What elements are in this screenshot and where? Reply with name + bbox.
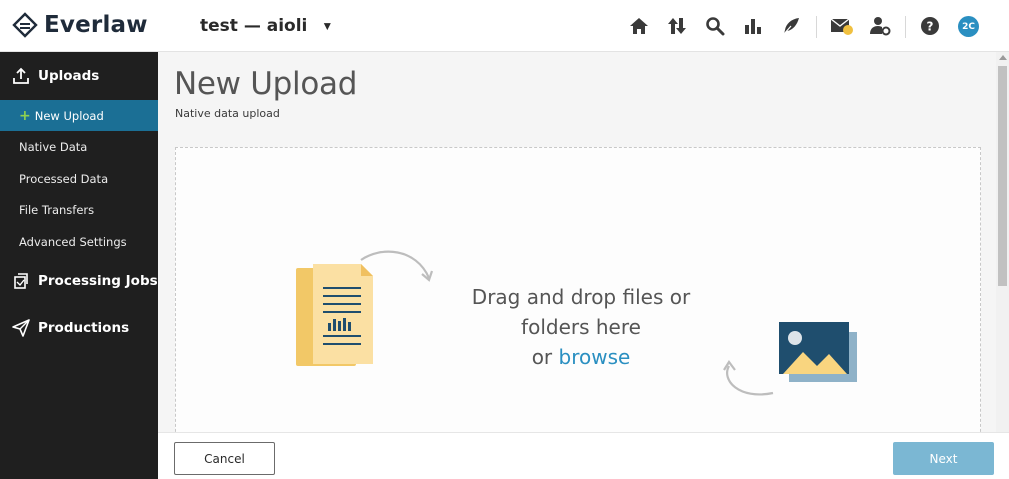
scroll-up-icon[interactable]	[999, 55, 1007, 60]
image-illustration	[723, 322, 857, 396]
sidebar-item-label: File Transfers	[19, 202, 95, 217]
sidebar-item-native-data[interactable]: Native Data	[0, 131, 158, 162]
sidebar-section-label: Processing Jobs	[38, 273, 158, 289]
dropzone-instructions: Drag and drop files or folders here or b…	[446, 282, 716, 372]
messages-icon[interactable]	[829, 13, 855, 39]
sidebar-section-productions[interactable]: Productions	[0, 313, 158, 343]
sidebar-item-label: Advanced Settings	[19, 234, 127, 249]
document-illustration	[296, 250, 434, 366]
next-button[interactable]: Next	[893, 442, 994, 475]
main-scrollbar[interactable]	[996, 52, 1009, 432]
plus-icon: +	[19, 107, 31, 124]
sidebar-section-uploads[interactable]: Uploads	[0, 61, 158, 91]
footer-bar: Cancel Next	[158, 432, 1009, 479]
main-content: New Upload Native data upload Drag and d…	[158, 52, 996, 447]
sidebar-item-label: Native Data	[19, 139, 88, 154]
header-divider	[905, 16, 906, 38]
page-subtitle: Native data upload	[175, 107, 280, 120]
help-icon[interactable]: ?	[917, 13, 943, 39]
search-icon[interactable]	[702, 13, 728, 39]
home-icon[interactable]	[626, 13, 652, 39]
sidebar-section-processing-jobs[interactable]: Processing Jobs	[0, 266, 158, 296]
send-icon	[12, 319, 30, 337]
top-bar: Everlaw test — aioli ▼ ? 2C	[0, 0, 1009, 52]
dropzone-text-line: folders here	[521, 315, 641, 339]
sidebar-item-label: New Upload	[34, 108, 104, 123]
bar-chart-icon[interactable]	[740, 13, 766, 39]
dropzone-text-line: or browse	[446, 342, 716, 372]
sidebar-item-file-transfers[interactable]: File Transfers	[0, 194, 158, 225]
sidebar-item-label: Processed Data	[19, 171, 109, 186]
page-title: New Upload	[174, 66, 358, 102]
sidebar-item-advanced-settings[interactable]: Advanced Settings	[0, 226, 158, 257]
header-divider	[816, 16, 817, 38]
sidebar-section-label: Uploads	[38, 68, 100, 84]
quill-pen-icon[interactable]	[778, 13, 804, 39]
or-text: or	[531, 345, 553, 369]
browse-link[interactable]: browse	[559, 345, 631, 369]
sidebar-item-new-upload[interactable]: + New Upload	[0, 100, 158, 131]
header-nav-icons: ?	[0, 13, 1009, 41]
cancel-button[interactable]: Cancel	[174, 442, 275, 475]
svg-text:?: ?	[927, 20, 934, 34]
upload-icon	[13, 67, 29, 84]
dropzone-text-line: Drag and drop files or	[471, 285, 691, 309]
sidebar-item-processed-data[interactable]: Processed Data	[0, 163, 158, 194]
file-dropzone[interactable]: Drag and drop files or folders here or b…	[175, 147, 981, 447]
scroll-thumb[interactable]	[998, 66, 1007, 286]
sort-arrows-icon[interactable]	[664, 13, 690, 39]
user-avatar[interactable]: 2C	[958, 16, 979, 37]
user-settings-icon[interactable]	[867, 13, 893, 39]
sidebar-section-label: Productions	[38, 320, 130, 336]
sidebar: Uploads + New Upload Native Data Process…	[0, 52, 158, 479]
processing-jobs-icon	[14, 273, 28, 289]
